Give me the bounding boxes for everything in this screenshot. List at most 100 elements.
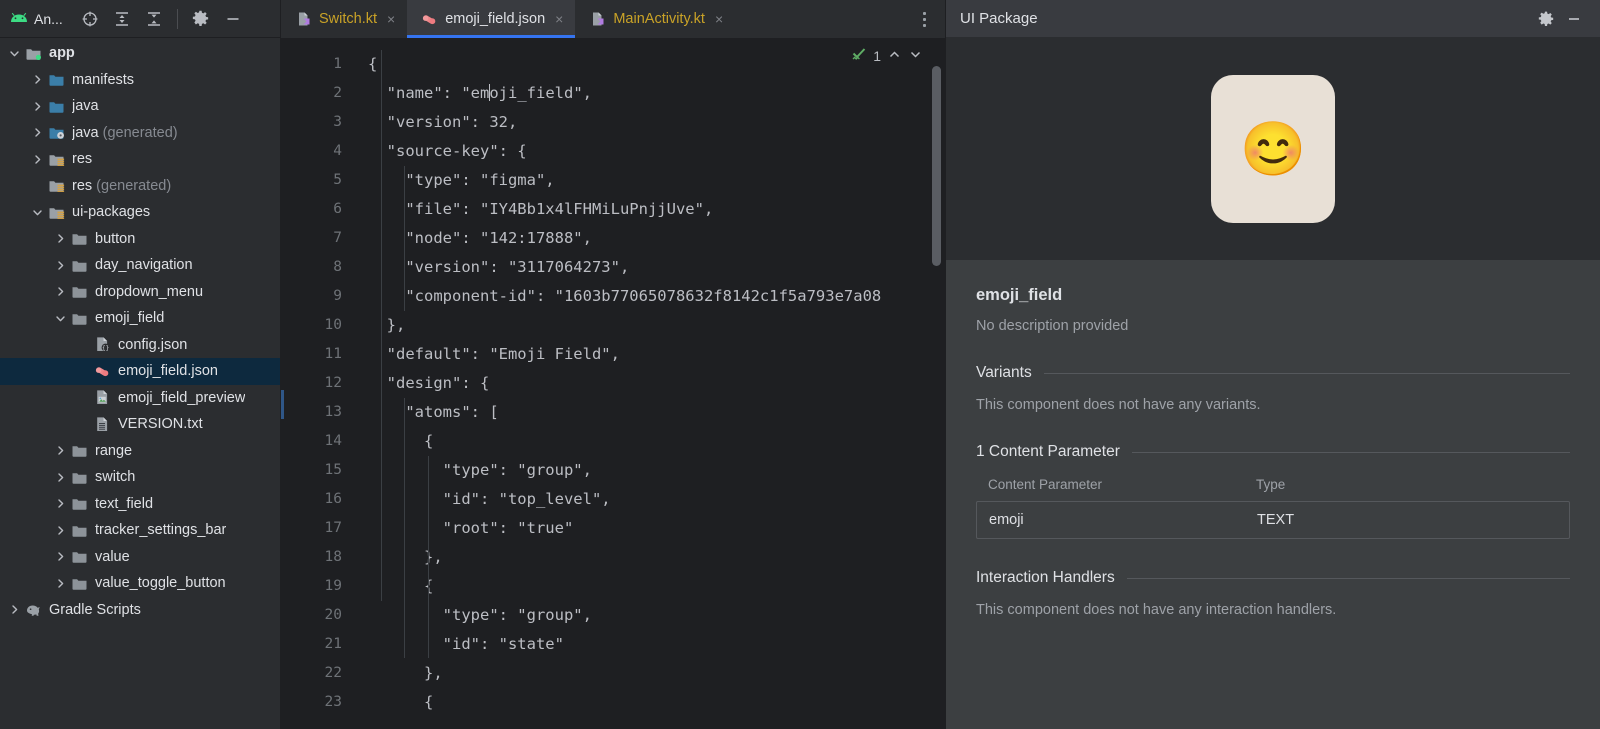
code-line[interactable]: {: [358, 688, 945, 717]
chevron-right-icon[interactable]: [8, 603, 21, 616]
tree-item-manifests[interactable]: manifests: [0, 67, 280, 94]
tree-item-tracker-settings-bar[interactable]: tracker_settings_bar: [0, 517, 280, 544]
folder-blue-icon: [48, 71, 65, 88]
code-line[interactable]: "design": {: [358, 369, 945, 398]
tree-item-switch[interactable]: switch: [0, 464, 280, 491]
folder-gray-icon: [71, 230, 88, 247]
close-icon[interactable]: ×: [387, 11, 395, 27]
more-tabs-icon[interactable]: [911, 0, 937, 38]
folder-gray-icon: [71, 548, 88, 565]
code-line[interactable]: "id": "state": [358, 630, 945, 659]
close-icon[interactable]: ×: [715, 11, 723, 27]
chevron-right-icon[interactable]: [54, 444, 67, 457]
tree-item-emoji-field-json[interactable]: emoji_field.json: [0, 358, 280, 385]
chevron-right-icon[interactable]: [31, 126, 44, 139]
tree-item-label: dropdown_menu: [95, 283, 204, 300]
tree-item-emoji-field-preview[interactable]: emoji_field_preview: [0, 385, 280, 412]
chevron-right-icon[interactable]: [54, 232, 67, 245]
code-line[interactable]: },: [358, 659, 945, 688]
chevron-right-icon[interactable]: [54, 285, 67, 298]
chevron-right-icon[interactable]: [54, 259, 67, 272]
code-line[interactable]: "root": "true": [358, 514, 945, 543]
code-line[interactable]: "type": "figma",: [358, 166, 945, 195]
svg-text:{}: {}: [102, 345, 109, 352]
code-content[interactable]: { "name": "emoji_field", "version": 32, …: [358, 38, 945, 729]
chevron-right-icon[interactable]: [54, 471, 67, 484]
editor-tab-switch-kt[interactable]: Switch.kt ×: [281, 0, 407, 38]
tree-item-suffix: (generated): [92, 177, 172, 194]
code-line[interactable]: "id": "top_level",: [358, 485, 945, 514]
tree-item-ui-packages[interactable]: ui-packages: [0, 199, 280, 226]
tree-item-res[interactable]: res: [0, 146, 280, 173]
editor-tab-emoji-field-json[interactable]: emoji_field.json ×: [407, 0, 576, 38]
code-line[interactable]: "type": "group",: [358, 601, 945, 630]
code-line[interactable]: "file": "IY4Bb1x4lFHMiLuPnjjUve",: [358, 195, 945, 224]
tree-item-emoji-field[interactable]: emoji_field: [0, 305, 280, 332]
tree-item-dropdown-menu[interactable]: dropdown_menu: [0, 279, 280, 306]
chevron-right-icon[interactable]: [54, 550, 67, 563]
tree-item-value-toggle-button[interactable]: value_toggle_button: [0, 570, 280, 597]
chevron-down-icon[interactable]: [31, 206, 44, 219]
previous-problem-icon[interactable]: [887, 47, 902, 65]
project-tree[interactable]: app manifests java java (generated) res res (…: [0, 38, 280, 729]
code-line[interactable]: {: [358, 572, 945, 601]
line-number: 2: [333, 85, 342, 101]
inspections-ok-icon[interactable]: [851, 46, 867, 65]
collapse-all-icon[interactable]: [139, 5, 169, 33]
hide-panel-icon[interactable]: [1560, 5, 1588, 33]
code-line[interactable]: "type": "group",: [358, 456, 945, 485]
chevron-right-icon[interactable]: [31, 153, 44, 166]
code-line[interactable]: "version": 32,: [358, 108, 945, 137]
tree-item-value[interactable]: value: [0, 544, 280, 571]
expand-all-icon[interactable]: [107, 5, 137, 33]
code-line[interactable]: "atoms": [: [358, 398, 945, 427]
tree-item-gradle-scripts[interactable]: Gradle Scripts: [0, 597, 280, 624]
chevron-right-icon[interactable]: [31, 73, 44, 86]
hide-panel-icon[interactable]: [218, 5, 248, 33]
folder-gray-icon: [71, 442, 88, 459]
tree-item-version-txt[interactable]: VERSION.txt: [0, 411, 280, 438]
code-line[interactable]: "source-key": {: [358, 137, 945, 166]
line-number: 4: [333, 143, 342, 159]
close-icon[interactable]: ×: [555, 11, 563, 27]
indent-guide: [381, 50, 382, 601]
tree-item-day-navigation[interactable]: day_navigation: [0, 252, 280, 279]
editor-tab-mainactivity-kt[interactable]: MainActivity.kt ×: [575, 0, 735, 38]
tree-item-java[interactable]: java: [0, 93, 280, 120]
interaction-handlers-section-header: Interaction Handlers: [976, 569, 1570, 587]
table-row[interactable]: emoji TEXT: [976, 501, 1570, 539]
chevron-right-icon[interactable]: [54, 524, 67, 537]
code-line[interactable]: },: [358, 543, 945, 572]
select-opened-file-icon[interactable]: [75, 5, 105, 33]
line-number: 6: [333, 201, 342, 217]
tree-item-text-field[interactable]: text_field: [0, 491, 280, 518]
settings-gear-icon[interactable]: [1532, 5, 1560, 33]
gradle-elephant-icon: [25, 601, 42, 618]
folder-gray-icon: [71, 257, 88, 274]
code-line[interactable]: "version": "3117064273",: [358, 253, 945, 282]
code-line[interactable]: "component-id": "1603b77065078632f8142c1…: [358, 282, 945, 311]
code-line[interactable]: "node": "142:17888",: [358, 224, 945, 253]
code-line[interactable]: "default": "Emoji Field",: [358, 340, 945, 369]
chevron-down-icon[interactable]: [54, 312, 67, 325]
editor-scrollbar[interactable]: [932, 66, 941, 266]
tree-item-res[interactable]: res (generated): [0, 173, 280, 200]
tree-item-button[interactable]: button: [0, 226, 280, 253]
next-problem-icon[interactable]: [908, 47, 923, 65]
inspection-widget[interactable]: 1: [851, 46, 923, 65]
tree-item-config-json[interactable]: {} config.json: [0, 332, 280, 359]
tree-item-app[interactable]: app: [0, 40, 280, 67]
chevron-down-icon[interactable]: [8, 47, 21, 60]
chevron-right-icon[interactable]: [31, 100, 44, 113]
column-header-type: Type: [1256, 477, 1286, 492]
code-line[interactable]: "name": "emoji_field",: [358, 79, 945, 108]
chevron-right-icon[interactable]: [54, 497, 67, 510]
code-editor[interactable]: 1 2 3 4 5 6 7 8 9 10 11 12 13 14 15 16 17 18 19 20 21 22 23 { …: [281, 38, 945, 729]
settings-gear-icon[interactable]: [186, 5, 216, 33]
tree-item-range[interactable]: range: [0, 438, 280, 465]
tree-item-label: ui-packages: [72, 204, 151, 221]
code-line[interactable]: {: [358, 427, 945, 456]
code-line[interactable]: },: [358, 311, 945, 340]
tree-item-java[interactable]: java (generated): [0, 120, 280, 147]
chevron-right-icon[interactable]: [54, 577, 67, 590]
